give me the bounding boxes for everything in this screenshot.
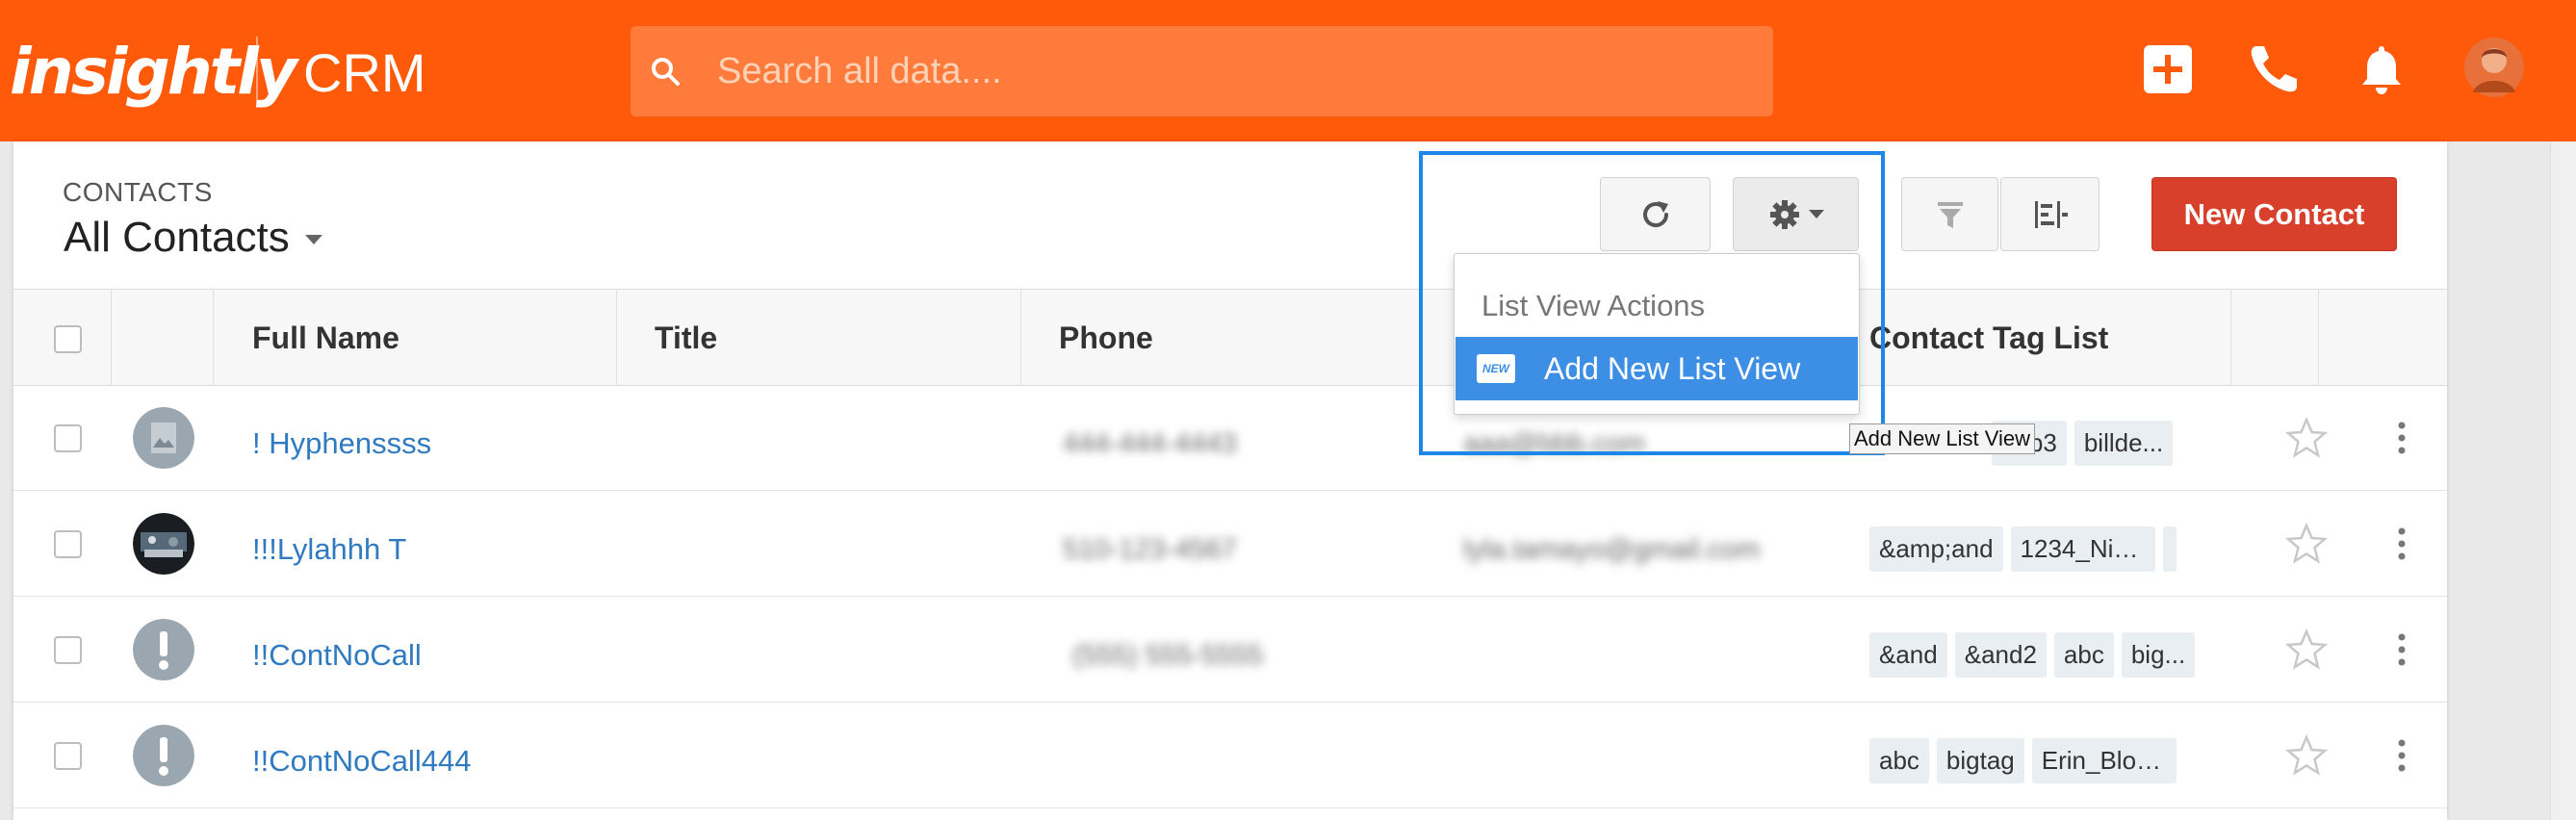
contact-tag-overflow: .	[2162, 526, 2177, 572]
row-checkbox[interactable]	[54, 530, 82, 558]
refresh-button[interactable]	[1600, 177, 1711, 251]
favorite-star-icon[interactable]	[2285, 734, 2328, 777]
columns-icon	[2034, 200, 2068, 228]
add-icon[interactable]	[2137, 38, 2199, 100]
favorite-star-icon[interactable]	[2285, 417, 2328, 459]
column-header-title[interactable]: Title	[655, 290, 717, 387]
select-all-checkbox[interactable]	[54, 325, 82, 353]
notifications-bell-icon[interactable]	[2351, 38, 2412, 100]
table-row[interactable]: !!!Lylahhh T 510-123-4567 lyla.tamayo@gm…	[13, 492, 2447, 597]
favorite-star-icon[interactable]	[2285, 628, 2328, 671]
breadcrumb[interactable]: CONTACTS	[63, 177, 213, 208]
contact-phone: 444-444-4443	[1063, 428, 1237, 459]
menu-heading: List View Actions	[1481, 289, 1706, 322]
contact-phone: (555) 555-5555	[1072, 640, 1264, 671]
favorite-star-icon[interactable]	[2285, 523, 2328, 565]
gear-icon	[1769, 199, 1799, 229]
column-divider	[2318, 289, 2319, 386]
column-divider	[2230, 289, 2231, 386]
filter-button[interactable]	[1901, 177, 1998, 251]
contact-name-link[interactable]: !!!Lylahhh T	[252, 532, 406, 567]
contact-tag[interactable]: bigtag	[1936, 738, 2024, 783]
contact-phone: 510-123-4567	[1063, 534, 1237, 565]
contact-tag[interactable]: abc	[2053, 632, 2114, 678]
contact-tag[interactable]: &and	[1869, 632, 1947, 678]
contact-avatar[interactable]	[133, 619, 194, 680]
app-name[interactable]: CRM	[303, 41, 426, 104]
table-header: Full Name Title Phone Contact Tag List	[13, 289, 2447, 386]
contact-tag-list: &and &and2 abc big...	[1869, 632, 2196, 678]
tooltip: Add New List View	[1849, 423, 2036, 454]
contact-tag[interactable]: &and2	[1954, 632, 2047, 678]
row-checkbox[interactable]	[54, 636, 82, 664]
contact-name-link[interactable]: !!ContNoCall	[252, 638, 422, 673]
column-settings-button[interactable]	[2000, 177, 2099, 251]
column-header-contact-tags[interactable]: Contact Tag List	[1869, 290, 2108, 387]
contact-tag[interactable]: &amp;and	[1869, 526, 2003, 572]
table-row[interactable]: ! Hyphenssss 444-444-4443 aaa@bbb.com bb…	[13, 386, 2447, 491]
user-avatar[interactable]	[2463, 35, 2525, 100]
column-divider	[111, 289, 112, 386]
contact-avatar[interactable]	[133, 407, 194, 469]
contact-tag[interactable]: Erin_Block...	[2031, 738, 2177, 783]
list-view-actions-button[interactable]	[1733, 177, 1859, 251]
contact-tag-list: &amp;and 1234_Nipun... .	[1869, 526, 2177, 572]
column-divider	[1020, 289, 1021, 386]
row-actions-kebab-icon[interactable]	[2397, 739, 2407, 772]
search-input[interactable]	[717, 26, 1747, 116]
menu-item-label: Add New List View	[1544, 351, 1801, 386]
contact-name-link[interactable]: !!ContNoCall444	[252, 744, 471, 779]
chevron-down-icon	[304, 235, 322, 245]
top-navbar: insightly CRM	[0, 0, 2576, 141]
page-title: All Contacts	[64, 214, 290, 261]
contact-email[interactable]: aaa@bbb.com	[1463, 428, 1645, 460]
column-header-full-name[interactable]: Full Name	[252, 290, 399, 387]
chevron-down-icon	[1808, 210, 1824, 218]
global-search[interactable]	[631, 26, 1773, 116]
row-checkbox[interactable]	[54, 742, 82, 770]
contact-email[interactable]: lyla.tamayo@gmail.com	[1463, 534, 1760, 566]
search-icon	[652, 58, 680, 86]
column-header-phone[interactable]: Phone	[1059, 290, 1153, 387]
contact-avatar[interactable]	[133, 725, 194, 786]
filter-icon	[1937, 201, 1963, 228]
column-divider	[213, 289, 214, 386]
row-checkbox[interactable]	[54, 424, 82, 452]
contact-tag[interactable]: billde...	[2074, 421, 2174, 466]
new-contact-button[interactable]: New Contact	[2151, 177, 2397, 251]
contact-tag[interactable]: big...	[2121, 632, 2196, 678]
contact-tag-list: abc bigtag Erin_Block...	[1869, 738, 2177, 783]
refresh-icon	[1642, 200, 1668, 227]
phone-icon[interactable]	[2243, 38, 2305, 100]
logo-divider	[256, 37, 258, 106]
list-view-selector[interactable]: All Contacts	[64, 214, 322, 262]
list-view-actions-menu: List View Actions NEW Add New List View	[1454, 253, 1860, 415]
contact-tag[interactable]: 1234_Nipun...	[2010, 526, 2155, 572]
column-divider	[616, 289, 617, 386]
insightly-logo[interactable]: insightly	[10, 35, 297, 109]
contact-avatar[interactable]	[133, 513, 194, 575]
row-actions-kebab-icon[interactable]	[2397, 527, 2407, 560]
new-badge-icon: NEW	[1477, 354, 1515, 383]
row-actions-kebab-icon[interactable]	[2397, 422, 2407, 454]
contact-name-link[interactable]: ! Hyphenssss	[252, 426, 431, 461]
table-row[interactable]: !!ContNoCall444 abc bigtag Erin_Block...	[13, 704, 2447, 808]
contact-tag[interactable]: abc	[1869, 738, 1929, 783]
table-row[interactable]: !!ContNoCall (555) 555-5555 &and &and2 a…	[13, 598, 2447, 703]
row-actions-kebab-icon[interactable]	[2397, 633, 2407, 666]
page-scrollbar[interactable]	[2550, 141, 2576, 820]
add-new-list-view-menu-item[interactable]: NEW Add New List View	[1455, 337, 1858, 400]
